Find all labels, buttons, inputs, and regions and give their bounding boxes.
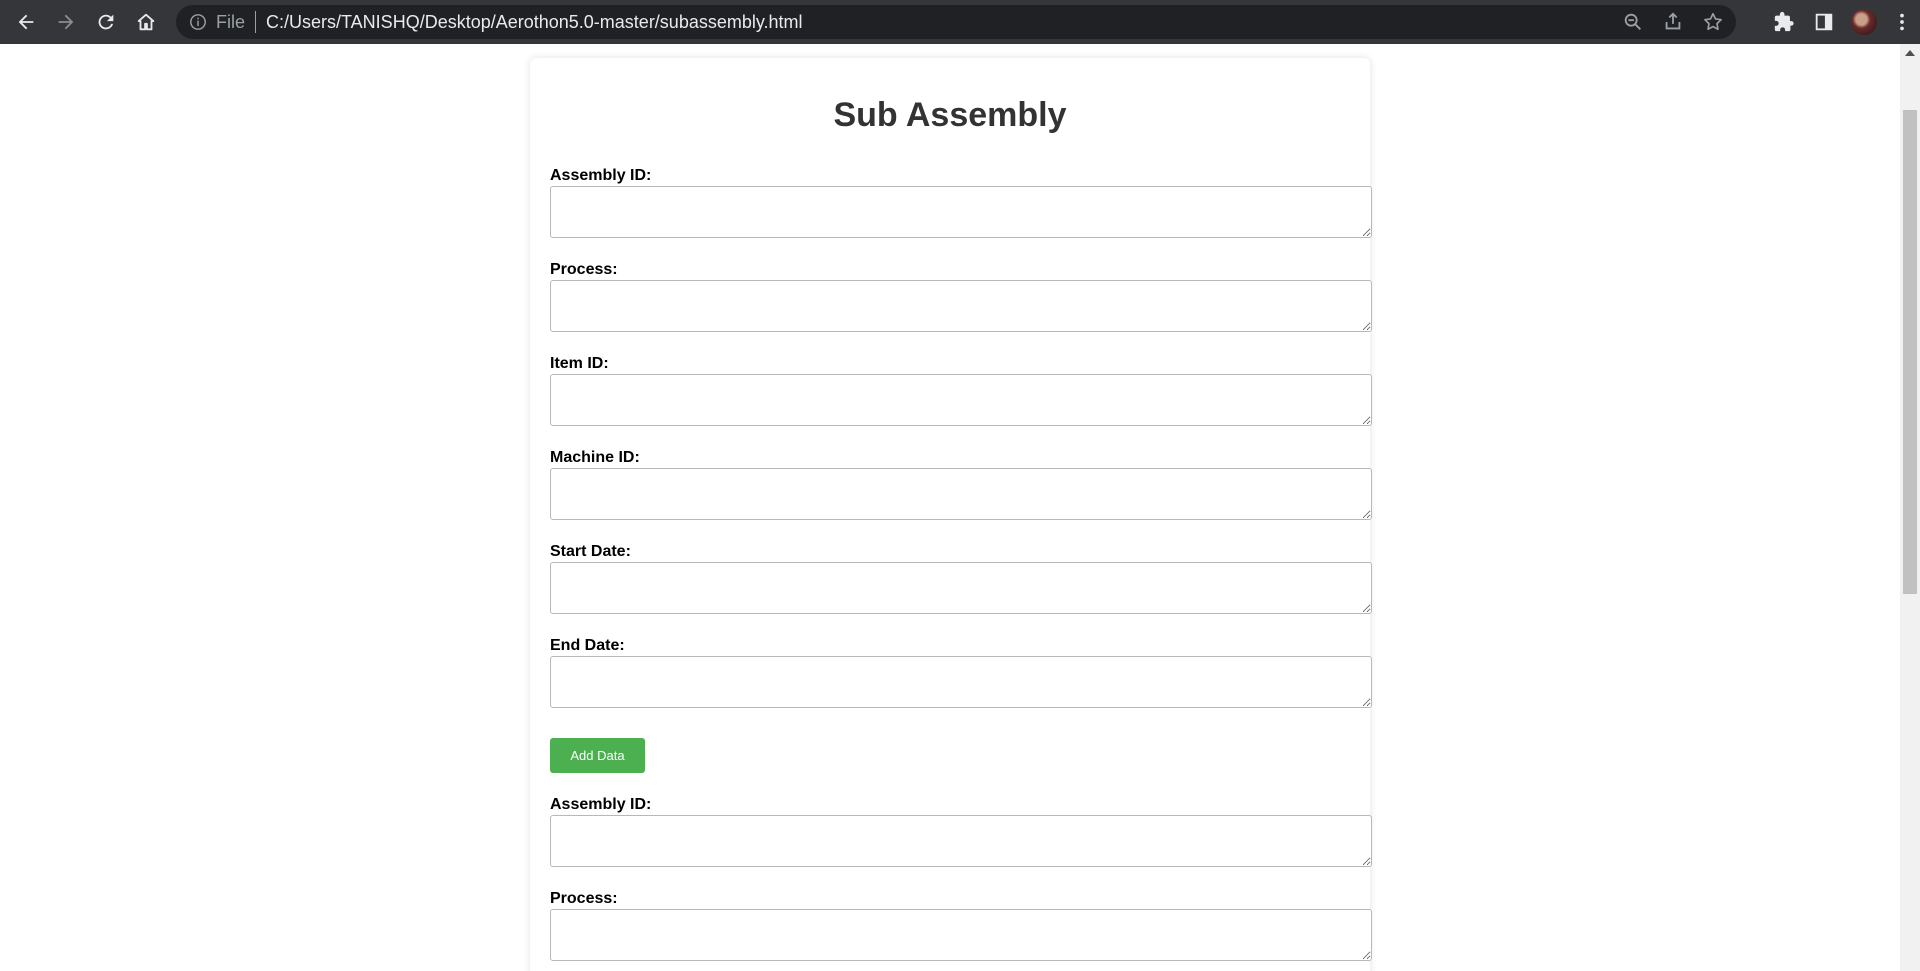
end-date-field: End Date: — [550, 638, 1372, 732]
process-label-2: Process: — [550, 890, 618, 907]
assembly-id-field-2: Assembly ID: — [550, 797, 1372, 891]
arrow-left-icon — [18, 14, 34, 30]
start-date-input[interactable] — [550, 562, 1372, 614]
arrow-right-icon — [58, 14, 74, 30]
page-content: Sub Assembly Assembly ID: Process: Item … — [0, 44, 1900, 971]
machine-id-field: Machine ID: — [550, 450, 1372, 544]
end-date-input[interactable] — [550, 656, 1372, 708]
back-button[interactable] — [6, 0, 46, 44]
avatar — [1851, 9, 1877, 35]
vertical-scrollbar[interactable] — [1900, 44, 1920, 971]
assembly-id-label: Assembly ID: — [550, 167, 652, 184]
process-input[interactable] — [550, 280, 1372, 332]
assembly-id-input-2[interactable] — [550, 815, 1372, 867]
zoom-icon[interactable] — [1622, 11, 1644, 33]
home-icon — [137, 13, 155, 31]
forward-button[interactable] — [46, 0, 86, 44]
start-date-field: Start Date: — [550, 544, 1372, 638]
start-date-label: Start Date: — [550, 543, 631, 560]
share-icon[interactable] — [1662, 11, 1684, 33]
reload-button[interactable] — [86, 0, 126, 44]
menu-button[interactable] — [1884, 0, 1920, 44]
assembly-id-field: Assembly ID: — [550, 168, 1372, 262]
end-date-label: End Date: — [550, 637, 625, 654]
add-data-button[interactable]: Add Data — [550, 738, 645, 773]
profile-button[interactable] — [1844, 0, 1884, 44]
assembly-id-input[interactable] — [550, 186, 1372, 238]
address-bar[interactable]: File C:/Users/TANISHQ/Desktop/Aerothon5.… — [176, 5, 1736, 39]
browser-toolbar: File C:/Users/TANISHQ/Desktop/Aerothon5.… — [0, 0, 1920, 44]
url-text[interactable]: C:/Users/TANISHQ/Desktop/Aerothon5.0-mas… — [266, 12, 803, 33]
home-button[interactable] — [126, 0, 166, 44]
scroll-thumb[interactable] — [1903, 110, 1917, 594]
divider — [255, 11, 257, 33]
puzzle-icon — [1774, 11, 1794, 32]
process-field: Process: — [550, 262, 1372, 356]
machine-id-label: Machine ID: — [550, 449, 640, 466]
machine-id-input[interactable] — [550, 468, 1372, 520]
info-icon[interactable] — [188, 12, 208, 32]
process-input-2[interactable] — [550, 909, 1372, 961]
side-panel-icon — [1815, 13, 1833, 31]
extensions-button[interactable] — [1764, 0, 1804, 44]
form-card: Sub Assembly Assembly ID: Process: Item … — [530, 58, 1372, 971]
process-field-2: Process: — [550, 891, 1372, 971]
item-id-label: Item ID: — [550, 355, 609, 372]
assembly-id-label-2: Assembly ID: — [550, 796, 652, 813]
file-label: File — [216, 11, 246, 32]
page-title: Sub Assembly — [833, 96, 1067, 134]
side-panel-button[interactable] — [1804, 0, 1844, 44]
item-id-input[interactable] — [550, 374, 1372, 426]
star-icon[interactable] — [1702, 11, 1724, 33]
button-row: Add Data — [550, 732, 1372, 797]
scroll-up-arrow-icon[interactable] — [1905, 50, 1915, 56]
item-id-field: Item ID: — [550, 356, 1372, 450]
reload-icon — [98, 14, 114, 30]
kebab-menu-icon — [1900, 13, 1904, 31]
sub-assembly-form: Assembly ID: Process: Item ID: Machine I… — [550, 168, 1372, 971]
process-label: Process: — [550, 261, 618, 278]
